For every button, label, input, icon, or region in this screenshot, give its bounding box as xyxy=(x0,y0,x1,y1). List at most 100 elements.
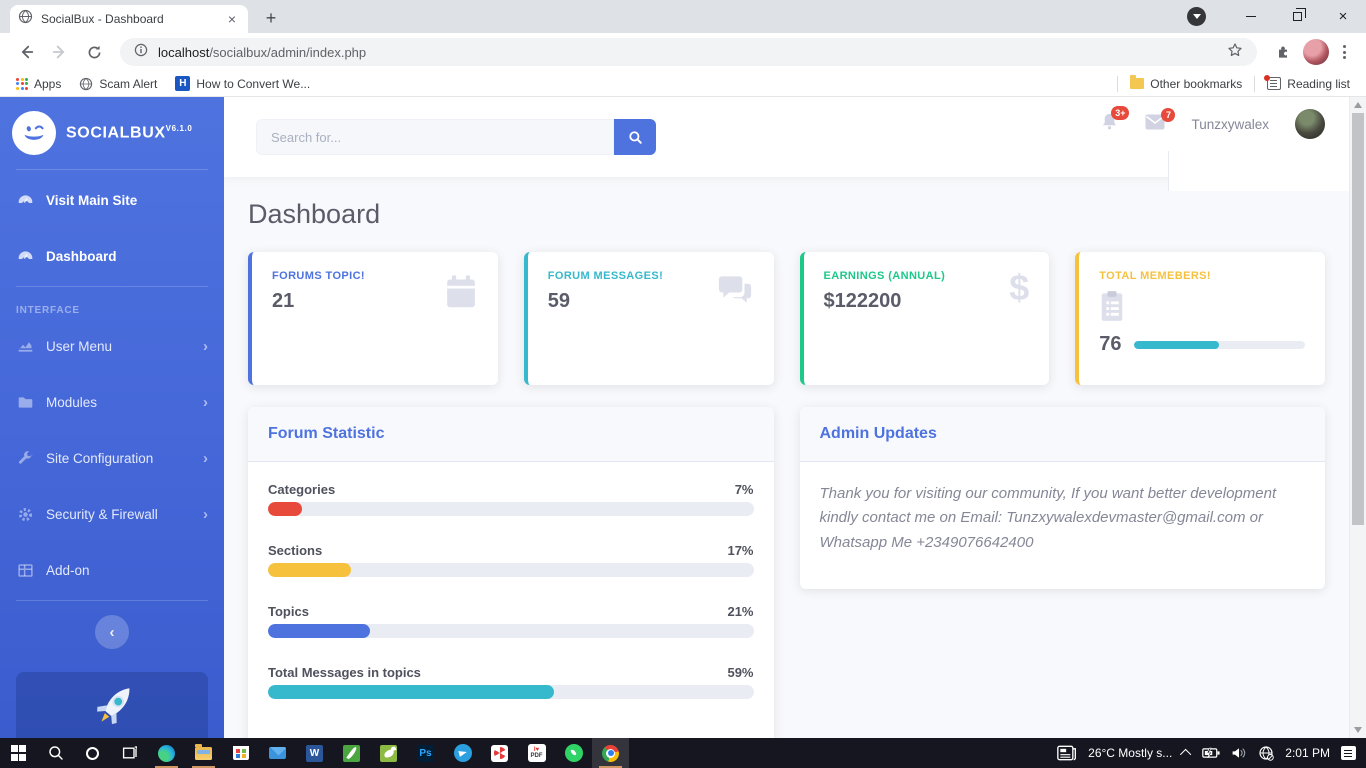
card-value: $122200 xyxy=(823,290,902,312)
other-bookmarks-button[interactable]: Other bookmarks xyxy=(1124,75,1248,93)
scroll-down-icon[interactable] xyxy=(1354,727,1362,733)
taskbar-whatsapp[interactable] xyxy=(555,738,592,768)
taskbar-search-button[interactable] xyxy=(37,738,74,768)
start-button[interactable] xyxy=(0,738,37,768)
sidebar-item-user-menu[interactable]: User Menu › xyxy=(0,318,224,374)
task-view-button[interactable] xyxy=(111,738,148,768)
apps-shortcut[interactable]: Apps xyxy=(10,75,67,93)
browser-tab[interactable]: SocialBux - Dashboard × xyxy=(10,5,248,33)
panel-title: Admin Updates xyxy=(799,407,1325,462)
news-weather-icon[interactable] xyxy=(1057,745,1077,761)
card-total-members[interactable]: TOTAL MEMEBERS! 76 xyxy=(1075,252,1325,385)
page-viewport: SOCIALBUXV6.1.0 Visit Main Site Dashboar… xyxy=(0,97,1366,756)
extensions-puzzle-icon[interactable] xyxy=(1269,38,1297,66)
scrollbar-thumb[interactable] xyxy=(1352,113,1364,525)
taskbar-telegram[interactable] xyxy=(444,738,481,768)
taskbar-photoshop[interactable]: Ps xyxy=(407,738,444,768)
task-view-icon xyxy=(122,746,137,759)
taskbar-ilovepdf[interactable]: I♥ PDF xyxy=(518,738,555,768)
taskbar-notepadpp-app[interactable] xyxy=(370,738,407,768)
card-value: 59 xyxy=(547,290,570,312)
taskbar-file-explorer[interactable] xyxy=(185,738,222,768)
search-input[interactable] xyxy=(256,119,614,155)
tab-close-icon[interactable]: × xyxy=(224,11,240,27)
panel-title: Forum Statistic xyxy=(248,407,774,462)
browser-menu-icon[interactable] xyxy=(1335,45,1354,59)
messages-button[interactable]: 7 xyxy=(1145,107,1176,135)
battery-icon[interactable] xyxy=(1202,747,1220,759)
cortana-button[interactable] xyxy=(74,738,111,768)
chrome-update-icon[interactable] xyxy=(1187,7,1206,26)
topbar-username[interactable]: Tunzxywalex xyxy=(1191,117,1269,132)
sidebar-item-site-configuration[interactable]: Site Configuration › xyxy=(0,430,224,486)
reading-list-button[interactable]: Reading list xyxy=(1261,75,1356,93)
bookmark-star-icon[interactable] xyxy=(1227,42,1243,63)
browser-profile-avatar[interactable] xyxy=(1303,39,1329,65)
reload-button[interactable] xyxy=(80,38,108,66)
taskbar-chrome[interactable] xyxy=(592,738,629,768)
members-progress-track xyxy=(1133,340,1305,349)
divider xyxy=(16,169,208,170)
stat-sections: Sections 17% xyxy=(268,543,754,577)
sidebar-item-dashboard[interactable]: Dashboard xyxy=(0,228,224,284)
taskbar-store[interactable] xyxy=(222,738,259,768)
forward-button[interactable] xyxy=(46,38,74,66)
green-quill-app-icon xyxy=(343,744,360,762)
taskbar-mail[interactable] xyxy=(259,738,296,768)
speaker-icon[interactable] xyxy=(1231,746,1247,760)
card-earnings-annual[interactable]: EARNINGS (ANNUAL) $122200 $ xyxy=(799,252,1050,385)
back-button[interactable] xyxy=(12,38,40,66)
action-center-icon[interactable] xyxy=(1341,746,1356,760)
taskbar-fan-app[interactable] xyxy=(481,738,518,768)
page-scrollbar[interactable] xyxy=(1349,97,1366,738)
sidebar-collapse-button[interactable]: ‹ xyxy=(95,615,129,649)
tray-expand-icon[interactable] xyxy=(1180,748,1192,761)
admin-updates-panel: Admin Updates Thank you for visiting our… xyxy=(799,407,1325,589)
url-text: localhost/socialbux/admin/index.php xyxy=(158,45,366,60)
chevron-right-icon: › xyxy=(203,449,208,467)
taskbar-notepad-app[interactable] xyxy=(333,738,370,768)
whatsapp-icon xyxy=(564,744,583,762)
new-tab-button[interactable]: + xyxy=(258,5,284,31)
taskbar-word[interactable]: W xyxy=(296,738,333,768)
sidebar-item-add-on[interactable]: Add-on xyxy=(0,542,224,598)
other-bookmarks-label: Other bookmarks xyxy=(1150,76,1243,91)
stat-label: Topics xyxy=(268,604,309,619)
progress-fill xyxy=(268,624,370,638)
sidebar-item-security-firewall[interactable]: Security & Firewall › xyxy=(0,486,224,542)
stat-label: Total Messages in topics xyxy=(268,665,421,680)
clock[interactable]: 2:01 PM xyxy=(1285,746,1330,760)
reading-list-icon xyxy=(1264,75,1282,90)
user-avatar[interactable] xyxy=(1295,109,1325,139)
gear-icon xyxy=(16,506,34,523)
sidebar-item-modules[interactable]: Modules › xyxy=(0,374,224,430)
search-icon xyxy=(628,130,642,144)
close-window-button[interactable]: × xyxy=(1320,0,1366,33)
clipboard-list-icon xyxy=(1099,291,1125,326)
minimize-button[interactable] xyxy=(1228,0,1274,33)
cortana-icon xyxy=(86,746,99,760)
alerts-bell-button[interactable]: 3+ xyxy=(1100,106,1130,136)
scroll-up-icon[interactable] xyxy=(1354,102,1362,108)
notification-dot xyxy=(1264,75,1271,81)
window-controls: × xyxy=(1187,0,1366,33)
maximize-button[interactable] xyxy=(1274,0,1320,33)
fan-app-icon xyxy=(491,744,508,762)
search-button[interactable] xyxy=(614,119,656,155)
brand-version: V6.1.0 xyxy=(165,123,193,133)
sidebar-item-visit-main-site[interactable]: Visit Main Site xyxy=(0,172,224,228)
address-bar[interactable]: localhost/socialbux/admin/index.php xyxy=(120,38,1257,66)
weather-text[interactable]: 26°C Mostly s... xyxy=(1088,746,1172,760)
bookmark-how-to-convert[interactable]: H How to Convert We... xyxy=(169,74,316,93)
card-forums-topic[interactable]: FORUMS TOPIC! 21 xyxy=(248,252,498,385)
chevron-right-icon: › xyxy=(203,393,208,411)
dashboard-content: Dashboard FORUMS TOPIC! 21 FORUM MESSAGE… xyxy=(224,177,1349,738)
chevron-left-icon: ‹ xyxy=(109,623,115,641)
taskbar-edge[interactable] xyxy=(148,738,185,768)
network-globe-icon[interactable] xyxy=(1258,745,1275,761)
card-forum-messages[interactable]: FORUM MESSAGES! 59 xyxy=(523,252,774,385)
brand[interactable]: SOCIALBUXV6.1.0 xyxy=(0,97,224,167)
bookmark-scam-alert[interactable]: Scam Alert xyxy=(73,75,163,93)
topbar-dropdown-stub xyxy=(1168,151,1349,191)
page-info-icon[interactable] xyxy=(134,43,148,62)
